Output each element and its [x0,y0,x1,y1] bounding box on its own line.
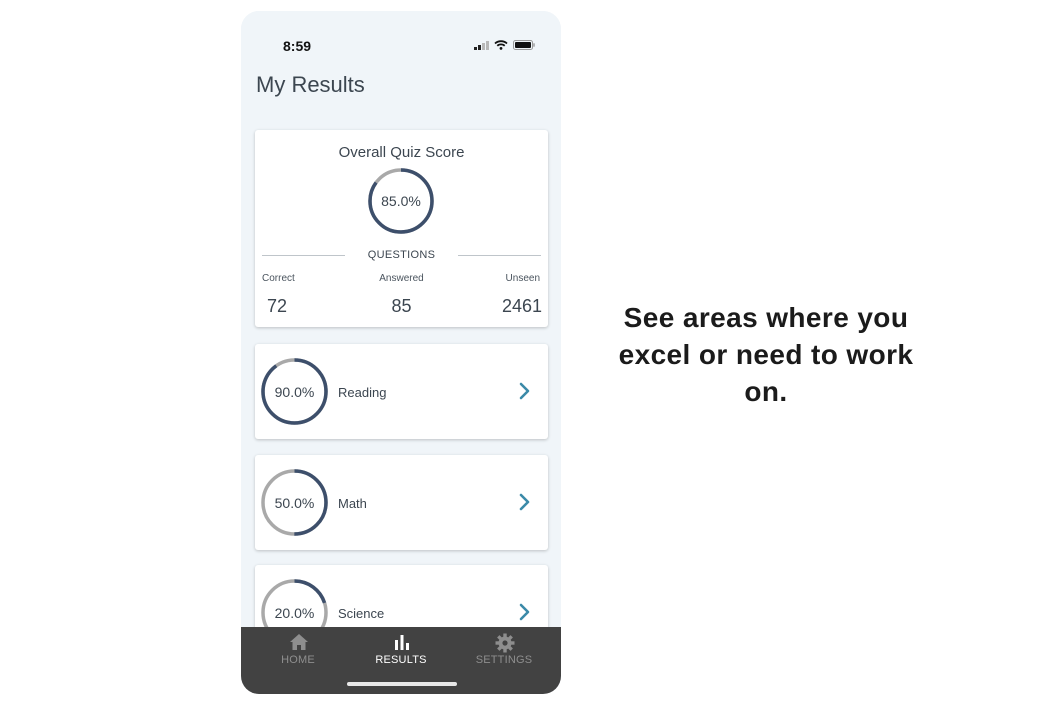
overall-score-card: Overall Quiz Score 85.0% QUESTIONS Corre… [255,130,548,327]
results-screen: 8:59 My Results Overall Quiz Score 85.0%… [241,11,561,694]
stat-answered-label: Answered [379,273,424,284]
marketing-tagline: See areas where you excel or need to wor… [618,302,914,407]
stat-unseen-label: Unseen [505,273,540,284]
overall-score-title: Overall Quiz Score [338,144,465,161]
tab-home[interactable]: HOME [245,627,351,675]
category-card-math[interactable]: 50.0% Math [255,455,548,550]
home-icon [290,634,308,650]
divider [458,255,541,256]
status-bar: 8:59 [241,11,561,71]
tab-settings[interactable]: SETTINGS [451,627,557,675]
category-score-value: 50.0% [274,494,315,511]
category-score-value: 90.0% [274,383,315,400]
tab-label: SETTINGS [475,654,533,666]
wifi-icon [494,40,508,50]
status-icons [474,40,535,50]
bar-chart-icon [395,635,409,650]
page-title: My Results [256,72,365,97]
overall-score-ring: 85.0% [367,167,435,235]
phone-frame: 8:59 My Results Overall Quiz Score 85.0%… [241,11,561,694]
chevron-right-icon[interactable] [518,602,532,622]
category-name: Reading [338,385,387,400]
category-name: Science [338,606,385,621]
battery-icon [513,40,535,50]
home-indicator[interactable] [347,682,457,686]
gear-icon [495,633,515,653]
tab-bar: HOME RESULTS SETTINGS [241,627,561,694]
tab-label: RESULTS [375,654,427,666]
category-score-ring: 50.0% [260,468,329,537]
cellular-signal-icon [474,40,489,50]
status-time: 8:59 [283,38,312,54]
tab-results[interactable]: RESULTS [348,627,454,675]
category-name: Math [338,496,367,511]
category-score-ring: 90.0% [260,357,329,426]
category-card-reading[interactable]: 90.0% Reading [255,344,548,439]
chevron-right-icon[interactable] [518,492,532,512]
chevron-right-icon[interactable] [518,381,532,401]
stat-unseen-value: 2461 [501,296,542,316]
overall-score-value: 85.0% [381,193,421,209]
tab-label: HOME [281,654,315,666]
